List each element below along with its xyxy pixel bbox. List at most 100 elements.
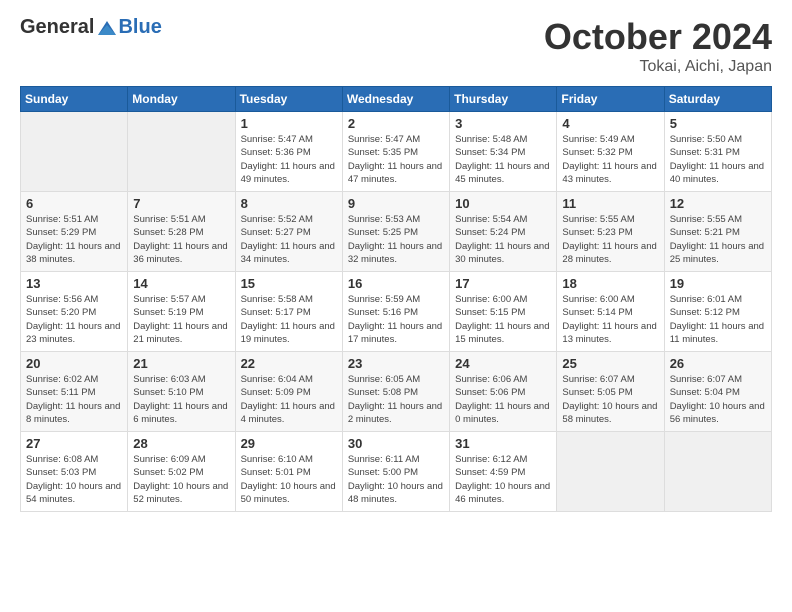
- day-number: 22: [241, 356, 337, 371]
- day-number: 26: [670, 356, 766, 371]
- day-info: Sunrise: 6:01 AM Sunset: 5:12 PM Dayligh…: [670, 293, 766, 346]
- calendar-cell: 6 Sunrise: 5:51 AM Sunset: 5:29 PM Daylig…: [21, 192, 128, 272]
- calendar-header-row: SundayMondayTuesdayWednesdayThursdayFrid…: [21, 87, 772, 112]
- day-number: 2: [348, 116, 444, 131]
- day-of-week-header: Saturday: [664, 87, 771, 112]
- day-info: Sunrise: 6:12 AM Sunset: 4:59 PM Dayligh…: [455, 453, 551, 506]
- calendar-cell: 23 Sunrise: 6:05 AM Sunset: 5:08 PM Dayli…: [342, 352, 449, 432]
- day-number: 29: [241, 436, 337, 451]
- calendar-cell: 7 Sunrise: 5:51 AM Sunset: 5:28 PM Daylig…: [128, 192, 235, 272]
- day-info: Sunrise: 5:55 AM Sunset: 5:21 PM Dayligh…: [670, 213, 766, 266]
- calendar-cell: [557, 432, 664, 512]
- calendar-cell: 31 Sunrise: 6:12 AM Sunset: 4:59 PM Dayli…: [450, 432, 557, 512]
- day-info: Sunrise: 5:56 AM Sunset: 5:20 PM Dayligh…: [26, 293, 122, 346]
- day-number: 3: [455, 116, 551, 131]
- day-info: Sunrise: 5:57 AM Sunset: 5:19 PM Dayligh…: [133, 293, 229, 346]
- day-info: Sunrise: 5:58 AM Sunset: 5:17 PM Dayligh…: [241, 293, 337, 346]
- calendar-cell: 4Sunrise: 5:49 AM Sunset: 5:32 PM Daylig…: [557, 112, 664, 192]
- day-number: 31: [455, 436, 551, 451]
- calendar-week-row: 20Sunrise: 6:02 AM Sunset: 5:11 PM Dayli…: [21, 352, 772, 432]
- day-info: Sunrise: 6:05 AM Sunset: 5:08 PM Dayligh…: [348, 373, 444, 426]
- logo-general-text: General: [20, 16, 94, 39]
- day-number: 17: [455, 276, 551, 291]
- day-number: 21: [133, 356, 229, 371]
- day-info: Sunrise: 5:53 AM Sunset: 5:25 PM Dayligh…: [348, 213, 444, 266]
- calendar-cell: 10 Sunrise: 5:54 AM Sunset: 5:24 PM Dayli…: [450, 192, 557, 272]
- day-number: 9: [348, 196, 444, 211]
- day-number: 6: [26, 196, 122, 211]
- day-info: Sunrise: 6:08 AM Sunset: 5:03 PM Dayligh…: [26, 453, 122, 506]
- calendar-cell: 24 Sunrise: 6:06 AM Sunset: 5:06 PM Dayli…: [450, 352, 557, 432]
- calendar-cell: 27 Sunrise: 6:08 AM Sunset: 5:03 PM Dayli…: [21, 432, 128, 512]
- calendar-cell: 5 Sunrise: 5:50 AM Sunset: 5:31 PM Daylig…: [664, 112, 771, 192]
- calendar-cell: 21 Sunrise: 6:03 AM Sunset: 5:10 PM Dayli…: [128, 352, 235, 432]
- day-number: 16: [348, 276, 444, 291]
- calendar-cell: 20Sunrise: 6:02 AM Sunset: 5:11 PM Dayli…: [21, 352, 128, 432]
- day-number: 25: [562, 356, 658, 371]
- day-info: Sunrise: 5:59 AM Sunset: 5:16 PM Dayligh…: [348, 293, 444, 346]
- day-info: Sunrise: 5:52 AM Sunset: 5:27 PM Dayligh…: [241, 213, 337, 266]
- calendar-cell: 3Sunrise: 5:48 AM Sunset: 5:34 PM Daylig…: [450, 112, 557, 192]
- calendar-week-row: 1Sunrise: 5:47 AM Sunset: 5:36 PM Daylig…: [21, 112, 772, 192]
- day-number: 1: [241, 116, 337, 131]
- day-info: Sunrise: 5:51 AM Sunset: 5:28 PM Dayligh…: [133, 213, 229, 266]
- day-info: Sunrise: 6:04 AM Sunset: 5:09 PM Dayligh…: [241, 373, 337, 426]
- day-number: 23: [348, 356, 444, 371]
- logo-blue-text: Blue: [118, 16, 161, 39]
- day-number: 28: [133, 436, 229, 451]
- day-info: Sunrise: 5:49 AM Sunset: 5:32 PM Dayligh…: [562, 133, 658, 186]
- calendar-cell: 30Sunrise: 6:11 AM Sunset: 5:00 PM Dayli…: [342, 432, 449, 512]
- month-title: October 2024: [544, 16, 772, 58]
- day-info: Sunrise: 5:51 AM Sunset: 5:29 PM Dayligh…: [26, 213, 122, 266]
- calendar-cell: 12 Sunrise: 5:55 AM Sunset: 5:21 PM Dayli…: [664, 192, 771, 272]
- day-info: Sunrise: 6:03 AM Sunset: 5:10 PM Dayligh…: [133, 373, 229, 426]
- day-number: 15: [241, 276, 337, 291]
- day-info: Sunrise: 6:06 AM Sunset: 5:06 PM Dayligh…: [455, 373, 551, 426]
- day-number: 10: [455, 196, 551, 211]
- calendar-week-row: 6 Sunrise: 5:51 AM Sunset: 5:29 PM Daylig…: [21, 192, 772, 272]
- calendar-cell: 9 Sunrise: 5:53 AM Sunset: 5:25 PM Daylig…: [342, 192, 449, 272]
- day-number: 12: [670, 196, 766, 211]
- day-of-week-header: Sunday: [21, 87, 128, 112]
- day-of-week-header: Thursday: [450, 87, 557, 112]
- day-number: 19: [670, 276, 766, 291]
- day-number: 14: [133, 276, 229, 291]
- day-of-week-header: Tuesday: [235, 87, 342, 112]
- day-number: 5: [670, 116, 766, 131]
- calendar-table: SundayMondayTuesdayWednesdayThursdayFrid…: [20, 86, 772, 512]
- calendar-week-row: 13Sunrise: 5:56 AM Sunset: 5:20 PM Dayli…: [21, 272, 772, 352]
- calendar-cell: 25 Sunrise: 6:07 AM Sunset: 5:05 PM Dayli…: [557, 352, 664, 432]
- day-of-week-header: Wednesday: [342, 87, 449, 112]
- calendar-cell: 19 Sunrise: 6:01 AM Sunset: 5:12 PM Dayli…: [664, 272, 771, 352]
- calendar-cell: 14 Sunrise: 5:57 AM Sunset: 5:19 PM Dayli…: [128, 272, 235, 352]
- calendar-cell: 29 Sunrise: 6:10 AM Sunset: 5:01 PM Dayli…: [235, 432, 342, 512]
- calendar-cell: 11 Sunrise: 5:55 AM Sunset: 5:23 PM Dayli…: [557, 192, 664, 272]
- location: Tokai, Aichi, Japan: [544, 58, 772, 76]
- day-info: Sunrise: 6:07 AM Sunset: 5:04 PM Dayligh…: [670, 373, 766, 426]
- day-number: 27: [26, 436, 122, 451]
- header: General Blue October 2024 Tokai, Aichi, …: [20, 16, 772, 76]
- day-info: Sunrise: 5:50 AM Sunset: 5:31 PM Dayligh…: [670, 133, 766, 186]
- calendar-cell: 28Sunrise: 6:09 AM Sunset: 5:02 PM Dayli…: [128, 432, 235, 512]
- day-number: 7: [133, 196, 229, 211]
- day-number: 20: [26, 356, 122, 371]
- day-number: 11: [562, 196, 658, 211]
- day-info: Sunrise: 5:55 AM Sunset: 5:23 PM Dayligh…: [562, 213, 658, 266]
- calendar-cell: 8Sunrise: 5:52 AM Sunset: 5:27 PM Daylig…: [235, 192, 342, 272]
- day-info: Sunrise: 5:54 AM Sunset: 5:24 PM Dayligh…: [455, 213, 551, 266]
- calendar-cell: [128, 112, 235, 192]
- day-number: 24: [455, 356, 551, 371]
- day-info: Sunrise: 6:11 AM Sunset: 5:00 PM Dayligh…: [348, 453, 444, 506]
- calendar-cell: 17 Sunrise: 6:00 AM Sunset: 5:15 PM Dayli…: [450, 272, 557, 352]
- calendar-cell: [21, 112, 128, 192]
- calendar-cell: 2 Sunrise: 5:47 AM Sunset: 5:35 PM Daylig…: [342, 112, 449, 192]
- calendar-cell: 1Sunrise: 5:47 AM Sunset: 5:36 PM Daylig…: [235, 112, 342, 192]
- day-info: Sunrise: 6:00 AM Sunset: 5:15 PM Dayligh…: [455, 293, 551, 346]
- logo: General Blue: [20, 16, 162, 39]
- day-info: Sunrise: 5:47 AM Sunset: 5:35 PM Dayligh…: [348, 133, 444, 186]
- day-info: Sunrise: 6:10 AM Sunset: 5:01 PM Dayligh…: [241, 453, 337, 506]
- day-of-week-header: Monday: [128, 87, 235, 112]
- day-info: Sunrise: 6:07 AM Sunset: 5:05 PM Dayligh…: [562, 373, 658, 426]
- calendar-cell: 18Sunrise: 6:00 AM Sunset: 5:14 PM Dayli…: [557, 272, 664, 352]
- calendar-week-row: 27 Sunrise: 6:08 AM Sunset: 5:03 PM Dayli…: [21, 432, 772, 512]
